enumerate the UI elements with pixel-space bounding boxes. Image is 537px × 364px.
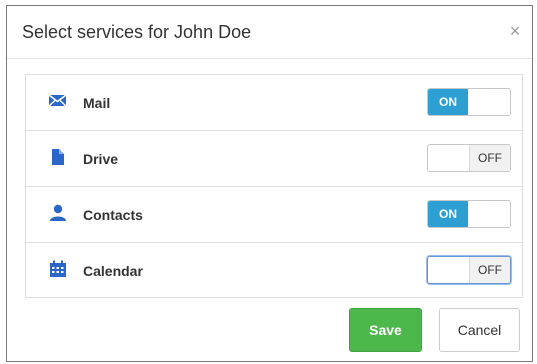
- dialog-title: Select services for John Doe: [22, 22, 252, 42]
- calendar-icon: [46, 257, 70, 281]
- envelope-icon: [46, 89, 70, 113]
- close-icon[interactable]: ×: [504, 20, 526, 42]
- service-row-mail: Mail ON: [26, 75, 522, 131]
- toggle-state-off: OFF: [469, 145, 510, 171]
- service-row-drive: Drive OFF: [26, 131, 522, 187]
- service-row-calendar: Calendar OFF: [26, 243, 522, 299]
- service-row-contacts: Contacts ON: [26, 187, 522, 243]
- toggle-state-on: ON: [428, 89, 468, 115]
- calendar-toggle[interactable]: OFF: [427, 256, 511, 284]
- contacts-toggle[interactable]: ON: [427, 200, 511, 228]
- document-icon: [46, 145, 70, 169]
- dialog-header: Select services for John Doe ×: [7, 6, 532, 59]
- service-label: Drive: [83, 151, 119, 167]
- drive-toggle[interactable]: OFF: [427, 144, 511, 172]
- cancel-button[interactable]: Cancel: [439, 308, 520, 352]
- toggle-state-on: ON: [428, 201, 468, 227]
- mail-toggle[interactable]: ON: [427, 88, 511, 116]
- services-list: Mail ON Drive OFF Contacts ON Calendar O…: [25, 74, 523, 298]
- service-label: Mail: [83, 95, 111, 111]
- user-icon: [46, 201, 70, 225]
- save-button[interactable]: Save: [349, 308, 422, 352]
- toggle-state-off: OFF: [469, 257, 510, 283]
- service-label: Contacts: [83, 207, 143, 223]
- service-label: Calendar: [83, 263, 143, 279]
- select-services-dialog: Select services for John Doe × Mail ON D…: [6, 5, 533, 362]
